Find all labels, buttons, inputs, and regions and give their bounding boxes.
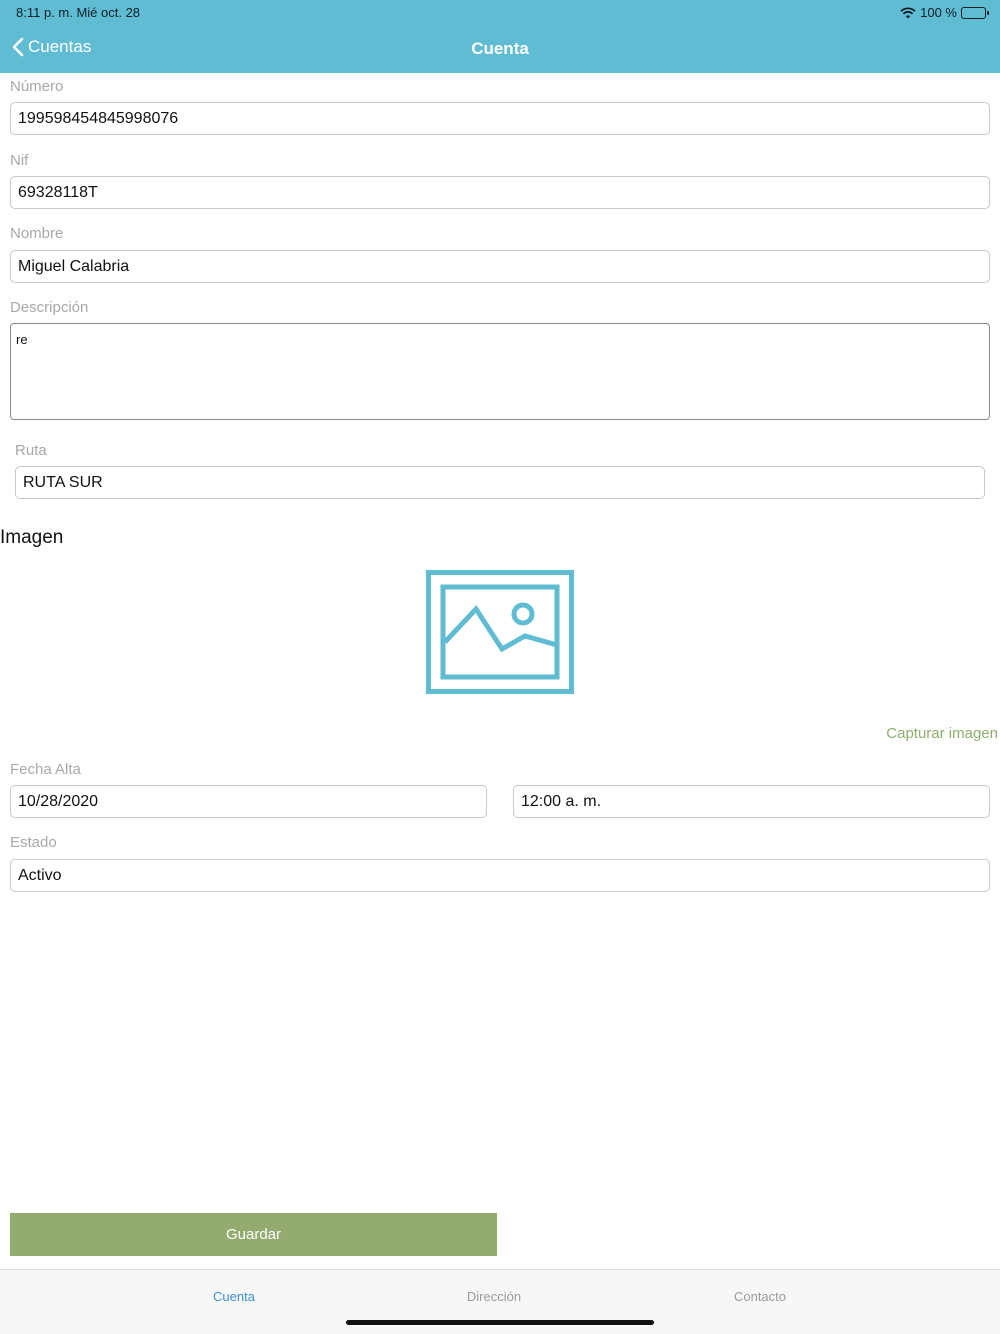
tab-cuenta[interactable]: Cuenta	[154, 1289, 314, 1304]
fecha-alta-date-field[interactable]: 10/28/2020	[10, 785, 487, 818]
nif-field[interactable]: 69328118T	[10, 176, 990, 209]
numero-label: Número	[10, 78, 64, 95]
nif-label: Nif	[10, 152, 29, 169]
estado-label: Estado	[10, 834, 57, 851]
navigation-header: 8:11 p. m. Mié oct. 28 100 % Cuentas Cue…	[0, 0, 1000, 73]
battery-percent: 100 %	[920, 5, 957, 20]
battery-icon	[961, 6, 989, 19]
status-time: 8:11 p. m. Mié oct. 28	[16, 5, 141, 20]
status-indicators: 100 %	[900, 5, 989, 20]
home-indicator	[346, 1320, 654, 1325]
fecha-alta-label: Fecha Alta	[10, 761, 81, 778]
wifi-icon	[900, 6, 916, 18]
page-title: Cuenta	[471, 39, 529, 58]
ruta-label: Ruta	[15, 442, 47, 459]
tab-direccion[interactable]: Dirección	[414, 1289, 574, 1304]
tab-contacto[interactable]: Contacto	[680, 1289, 840, 1304]
capture-image-link[interactable]: Capturar imagen	[886, 725, 998, 742]
fecha-alta-time-field[interactable]: 12:00 a. m.	[513, 785, 990, 818]
imagen-section-title: Imagen	[0, 527, 64, 548]
nombre-field[interactable]: Miguel Calabria	[10, 250, 990, 283]
nombre-label: Nombre	[10, 225, 64, 242]
image-placeholder-icon[interactable]	[426, 570, 574, 694]
descripcion-label: Descripción	[10, 299, 89, 316]
descripcion-textarea[interactable]: re	[10, 323, 990, 420]
numero-field[interactable]: 199598454845998076	[10, 102, 990, 135]
ruta-field[interactable]: RUTA SUR	[15, 466, 985, 499]
estado-field[interactable]: Activo	[10, 859, 990, 892]
save-button[interactable]: Guardar	[10, 1213, 497, 1256]
